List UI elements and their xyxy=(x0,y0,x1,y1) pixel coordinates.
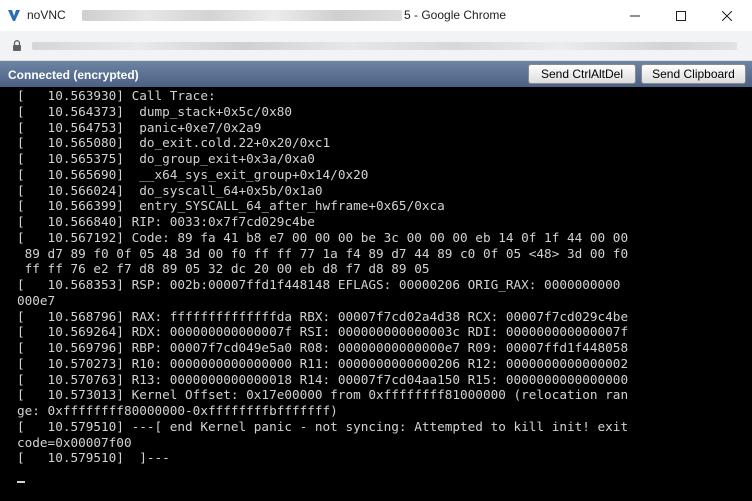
minimize-button[interactable] xyxy=(612,0,658,31)
console-line: [ 10.570763] R13: 0000000000000018 R14: … xyxy=(17,371,629,387)
close-icon xyxy=(722,10,732,21)
console-line: [ 10.570273] R10: 0000000000000000 R11: … xyxy=(17,355,629,371)
console-line: ff ff 76 e2 f7 d8 89 05 32 dc 20 00 eb d… xyxy=(17,261,430,277)
console-line: [ 10.565690] __x64_sys_exit_group+0x14/0… xyxy=(17,166,369,182)
console-line: [ 10.569796] RBP: 00007f7cd049e5a0 R08: … xyxy=(17,340,629,355)
console-line: [ 10.566024] do_syscall_64+0x5b/0x1a0 xyxy=(17,182,323,198)
console-line: code=0x00007f00 xyxy=(17,434,132,450)
console-line: [ 10.568796] RAX: ffffffffffffffda RBX: … xyxy=(17,308,629,324)
novnc-control-bar: Connected (encrypted) Send CtrlAltDel Se… xyxy=(0,61,752,87)
maximize-icon xyxy=(676,10,686,21)
console-line: [ 10.573013] Kernel Offset: 0x17e00000 f… xyxy=(17,387,629,403)
console-cursor xyxy=(17,481,25,483)
maximize-button[interactable] xyxy=(658,0,704,31)
console-line: [ 10.564753] panic+0xe7/0x2a9 xyxy=(17,119,262,135)
console-line: [ 10.567192] Code: 89 fa 41 b8 e7 00 00 … xyxy=(17,229,629,245)
console-line: [ 10.566399] entry_SYSCALL_64_after_hwfr… xyxy=(17,198,445,214)
console-line: [ 10.568353] RSP: 002b:00007ffd1f448148 … xyxy=(17,277,621,292)
address-bar[interactable] xyxy=(0,31,752,61)
lock-icon xyxy=(13,40,21,51)
console-line: [ 10.565080] do_exit.cold.22+0x20/0xc1 xyxy=(17,135,331,151)
console-line: [ 10.579510] ---[ end Kernel panic - not… xyxy=(17,418,629,434)
send-clipboard-button[interactable]: Send Clipboard xyxy=(641,64,746,84)
send-ctrl-alt-del-button[interactable]: Send CtrlAltDel xyxy=(528,64,636,84)
console-line: 000e7 xyxy=(17,292,56,308)
window-title-redacted xyxy=(82,10,402,21)
console-line: [ 10.564373] dump_stack+0x5c/0x80 xyxy=(17,103,292,119)
url-redacted[interactable] xyxy=(32,42,737,50)
console-line: ge: 0xffffffff80000000-0xffffffffbffffff… xyxy=(17,403,338,418)
novnc-logo-icon xyxy=(8,10,20,21)
close-button[interactable] xyxy=(704,0,750,31)
window-title: noVNC xyxy=(27,8,66,22)
console-line: [ 10.566840] RIP: 0033:0x7f7cd029c4be xyxy=(17,214,315,229)
window-title-bar: noVNC 5 - Google Chrome xyxy=(0,0,752,31)
minimize-icon xyxy=(630,15,640,16)
console-line: 89 d7 89 f0 0f 05 48 3d 00 f0 ff ff 77 1… xyxy=(17,245,629,261)
console-line: [ 10.569264] RDX: 000000000000007f RSI: … xyxy=(17,324,629,340)
connection-status: Connected (encrypted) xyxy=(8,68,139,82)
remote-console[interactable]: [ 10.563930] Call Trace:[ 10.564373] dum… xyxy=(0,87,752,501)
console-line: [ 10.563930] Call Trace: xyxy=(17,88,216,103)
console-line: [ 10.579510] ]--- xyxy=(17,450,170,466)
console-line: [ 10.565375] do_group_exit+0x3a/0xa0 xyxy=(17,151,315,166)
window-title-suffix: 5 - Google Chrome xyxy=(404,8,507,22)
